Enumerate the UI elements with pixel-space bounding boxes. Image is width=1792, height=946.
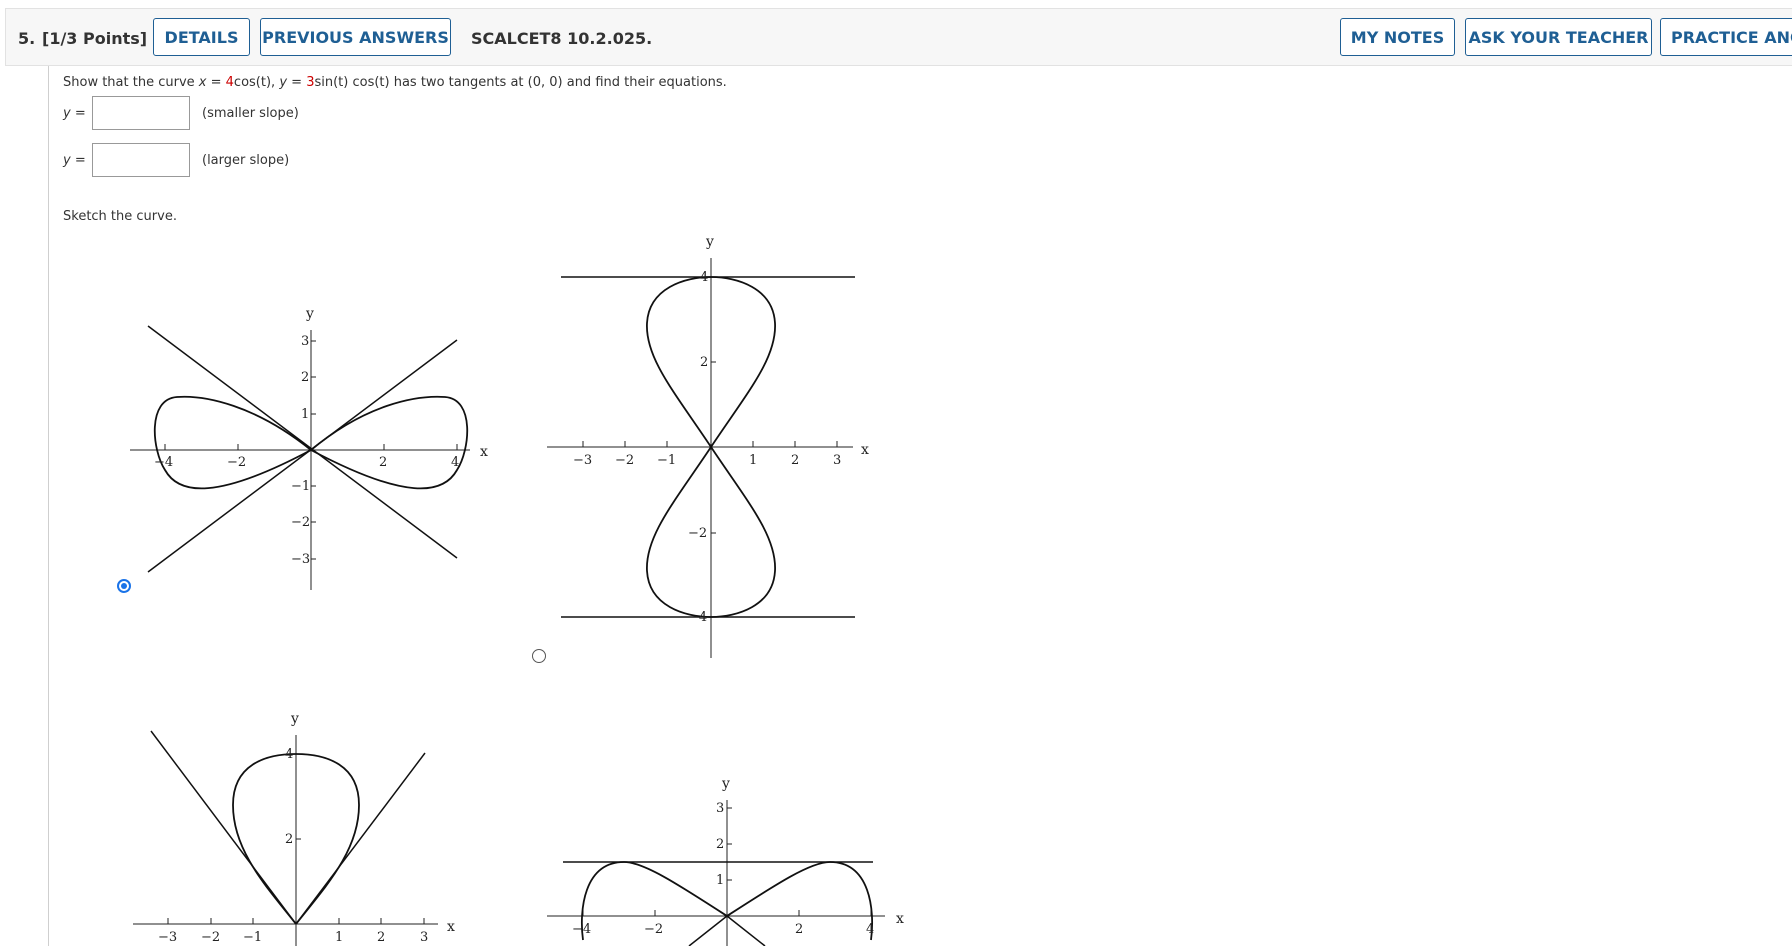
y-tick: −4 — [688, 610, 707, 625]
x-tick: 1 — [749, 453, 757, 468]
smaller-slope-input[interactable] — [92, 96, 190, 130]
x-tick: 3 — [420, 930, 428, 945]
x-tick: −2 — [201, 930, 220, 945]
x-tick: −3 — [573, 453, 592, 468]
y-tick: 1 — [301, 407, 309, 422]
graph-1: x y −4 −2 2 4 3 2 1 −1 −2 −3 — [130, 306, 488, 590]
problem-code: SCALCET8 10.2.025. — [471, 29, 653, 48]
larger-slope-input[interactable] — [92, 143, 190, 177]
y-tick: 2 — [700, 355, 708, 370]
practice-button[interactable]: PRACTICE ANO — [1660, 18, 1792, 56]
left-border — [48, 66, 49, 946]
y-axis-label: y — [721, 776, 730, 792]
x-tick: −2 — [227, 455, 246, 470]
graph-2-radio[interactable] — [532, 649, 546, 663]
answer-label: y = — [63, 152, 86, 168]
x-tick: −4 — [572, 922, 591, 937]
graph-2: x y −3 −2 −1 1 2 3 4 2 −2 −4 — [547, 234, 869, 658]
y-axis-label: y — [705, 234, 714, 250]
details-button[interactable]: DETAILS — [153, 18, 250, 56]
x-tick: −1 — [243, 930, 262, 945]
x-tick: −1 — [657, 453, 676, 468]
my-notes-button[interactable]: MY NOTES — [1340, 18, 1455, 56]
y-tick: 2 — [301, 370, 309, 385]
question-prompt: Show that the curve x = 4cos(t), y = 3si… — [63, 75, 727, 90]
answer-label: y = — [63, 105, 86, 121]
y-tick: 1 — [716, 873, 724, 888]
answer-row-smaller: y = (smaller slope) — [63, 96, 299, 130]
y-tick: 4 — [285, 747, 293, 762]
graph-4: x y −4 −2 2 4 3 2 1 — [547, 776, 904, 946]
y-tick: 4 — [700, 270, 708, 285]
answer-hint: (smaller slope) — [202, 105, 299, 121]
x-tick: 1 — [335, 930, 343, 945]
x-axis-label: x — [447, 919, 455, 935]
x-tick: 3 — [833, 453, 841, 468]
y-tick: 2 — [285, 832, 293, 847]
y-tick: 2 — [716, 837, 724, 852]
y-tick: 3 — [716, 801, 724, 816]
question-number: 5. — [18, 29, 36, 48]
x-tick: −3 — [158, 930, 177, 945]
y-tick: 3 — [301, 334, 309, 349]
y-axis-label: y — [305, 306, 314, 322]
x-axis-label: x — [896, 911, 904, 927]
graph-3: x y −3 −2 −1 1 2 3 4 2 — [133, 711, 455, 946]
sketch-prompt: Sketch the curve. — [63, 209, 177, 224]
x-axis-label: x — [480, 444, 488, 460]
x-tick: −4 — [154, 455, 173, 470]
y-axis-label: y — [290, 711, 299, 727]
y-tick: −2 — [688, 526, 707, 541]
x-tick: 2 — [379, 455, 387, 470]
question-points: [1/3 Points] — [42, 29, 148, 48]
answer-hint: (larger slope) — [202, 152, 290, 168]
y-tick: −3 — [291, 552, 310, 567]
x-tick: 2 — [377, 930, 385, 945]
x-tick: 2 — [791, 453, 799, 468]
y-tick: −1 — [291, 479, 310, 494]
y-tick: −2 — [291, 515, 310, 530]
x-tick: 4 — [451, 455, 459, 470]
x-axis-label: x — [861, 442, 869, 458]
x-tick: 2 — [795, 922, 803, 937]
ask-teacher-button[interactable]: ASK YOUR TEACHER — [1465, 18, 1652, 56]
x-tick: −2 — [615, 453, 634, 468]
previous-answers-button[interactable]: PREVIOUS ANSWERS — [260, 18, 451, 56]
x-tick: −2 — [644, 922, 663, 937]
answer-row-larger: y = (larger slope) — [63, 143, 289, 177]
x-tick: 4 — [866, 922, 874, 937]
